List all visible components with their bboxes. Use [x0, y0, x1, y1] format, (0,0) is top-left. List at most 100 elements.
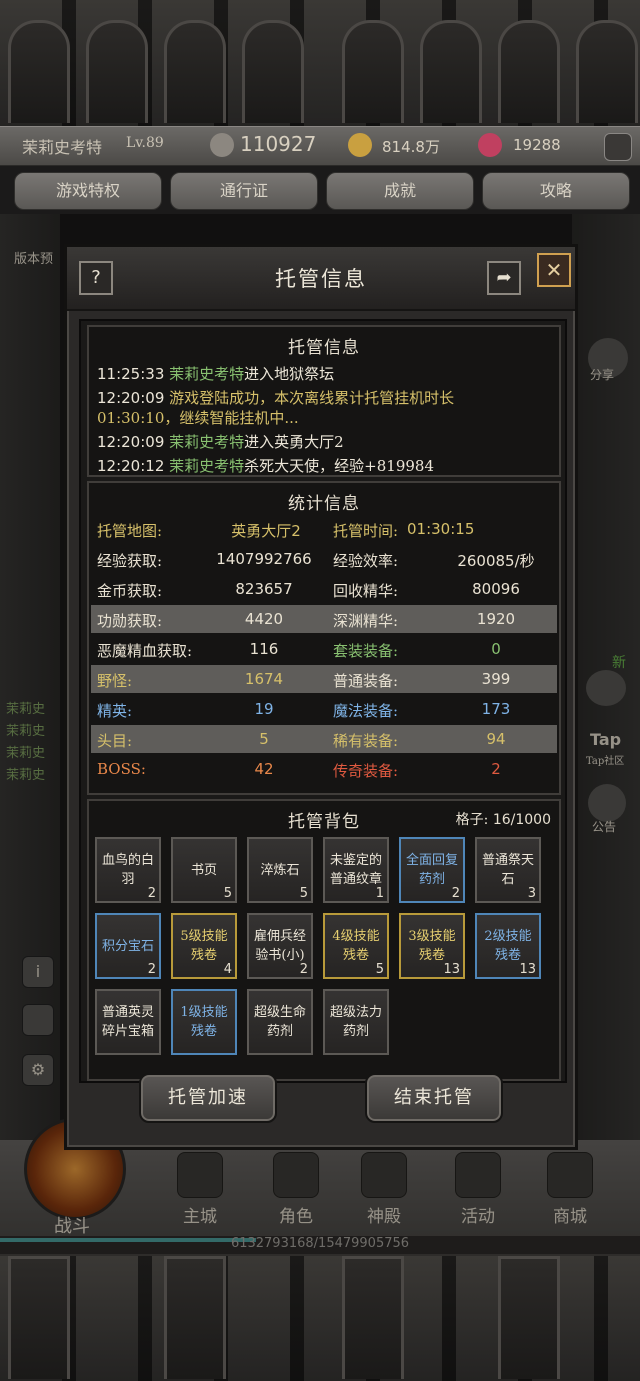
player-level: Lv.89 [126, 135, 164, 151]
tab-label: 通行证 [219, 181, 268, 200]
bag-item-name: 4级技能残卷 [332, 929, 380, 963]
stat-label: 恶魔精血获取: [97, 642, 193, 660]
stats-panel-title: 统计信息 [288, 494, 360, 514]
bag-item[interactable]: 未鉴定的普通纹章 1 [323, 837, 389, 903]
log-text: 进入地狱祭坛 [244, 365, 335, 383]
bag-item[interactable]: 2级技能残卷 13 [475, 913, 541, 979]
stat-value: 80096 [472, 580, 520, 598]
close-button[interactable]: ✕ [537, 253, 571, 287]
log-text: 进入英勇大厅2 [244, 433, 344, 451]
bag-item[interactable]: 血鸟的白羽 2 [95, 837, 161, 903]
bag-item-name: 1级技能残卷 [180, 1005, 228, 1039]
bag-item[interactable]: 4级技能残卷 5 [323, 913, 389, 979]
player-status-bar: 茉莉史考特 Lv.89 110927 814.8万 19288 [0, 126, 640, 166]
arch-decoration [164, 1256, 226, 1379]
tab-label: 游戏特权 [55, 181, 120, 200]
tab-game-privilege[interactable]: 游戏特权 [14, 172, 162, 210]
gold-coins-icon[interactable] [348, 133, 372, 157]
gold-amount: 814.8万 [382, 138, 440, 156]
share-arrow-icon[interactable]: ➦ [487, 261, 521, 295]
bag-item[interactable]: 普通英灵碎片宝箱 [95, 989, 161, 1055]
arch-decoration [576, 20, 638, 123]
bag-item[interactable]: 雇佣兵经验书(小) 2 [247, 913, 313, 979]
stat-label: 深渊精华: [333, 612, 399, 630]
gem-icon[interactable] [478, 133, 502, 157]
bag-item[interactable]: 超级法力药剂 [323, 989, 389, 1055]
bag-item-count: 3 [527, 886, 536, 901]
log-line: 11:25:33 茉莉史考特进入地狱祭坛 [97, 363, 334, 384]
stat-row: 精英: 19 魔法装备: 173 [91, 695, 557, 723]
bag-panel: 托管背包 格子: 16/1000 血鸟的白羽 2 书页 5 淬炼石 5 未鉴定的普通纹章 1 全… [87, 799, 561, 1081]
bag-item[interactable]: 积分宝石 2 [95, 913, 161, 979]
log-panel: 托管信息 11:25:33 茉莉史考特进入地狱祭坛 12:20:09 游戏登陆成… [87, 325, 561, 477]
bag-item-count: 2 [451, 886, 460, 901]
background-bottom-frame [0, 1256, 640, 1381]
stat-label: 套装装备: [333, 642, 399, 660]
stat-row: 野怪: 1674 普通装备: 399 [91, 665, 557, 693]
arch-decoration [420, 20, 482, 123]
chat-bubble-icon[interactable] [604, 133, 632, 161]
bag-item-name: 普通英灵碎片宝箱 [101, 1005, 154, 1039]
bag-item[interactable]: 全面回复药剂 2 [399, 837, 465, 903]
tab-label: 成就 [383, 181, 416, 200]
stat-value: 399 [481, 670, 511, 688]
bag-item-name: 超级法力药剂 [329, 1005, 382, 1039]
bag-item[interactable]: 1级技能残卷 [171, 989, 237, 1055]
bag-item[interactable]: 3级技能残卷 13 [399, 913, 465, 979]
stat-label: 经验获取: [97, 552, 163, 570]
bag-item-count: 4 [223, 962, 232, 977]
bag-item-count: 1 [375, 886, 384, 901]
stat-value: 2 [491, 760, 501, 778]
log-line: 12:20:09 游戏登陆成功，本次离线累计托管挂机时长 [97, 387, 454, 408]
bag-item[interactable]: 5级技能残卷 4 [171, 913, 237, 979]
bag-capacity-label: 格子: [455, 812, 489, 828]
dialog-body: 托管信息 11:25:33 茉莉史考特进入地狱祭坛 12:20:09 游戏登陆成… [79, 319, 567, 1083]
log-time: 12:20:09 [97, 433, 165, 451]
log-player-name: 茉莉史考特 [169, 433, 245, 451]
stat-value: 823657 [235, 580, 293, 598]
stat-row: 功勋获取: 4420 深渊精华: 1920 [91, 605, 557, 633]
arch-decoration [164, 20, 226, 123]
log-text: 杀死大天使，经验+819984 [244, 457, 435, 475]
stat-value: 4420 [244, 610, 284, 628]
bag-item[interactable]: 超级生命药剂 [247, 989, 313, 1055]
combat-power: 110927 [240, 132, 317, 156]
stat-value: 116 [249, 640, 279, 658]
arch-decoration [342, 1256, 404, 1379]
stat-value: 5 [259, 730, 269, 748]
stat-value: 0 [491, 640, 501, 658]
log-text: 01:30:10，继续智能挂机中... [97, 409, 299, 427]
tab-battle-pass[interactable]: 通行证 [170, 172, 318, 210]
stat-label: BOSS: [97, 760, 146, 778]
bag-item[interactable]: 淬炼石 5 [247, 837, 313, 903]
tab-guide[interactable]: 攻略 [482, 172, 630, 210]
stat-label: 传奇装备: [333, 762, 399, 780]
stat-value: 1920 [476, 610, 516, 628]
stat-label: 托管地图: [97, 522, 163, 540]
arch-decoration [498, 1256, 560, 1379]
stat-label: 功勋获取: [97, 612, 163, 630]
bag-item-count: 2 [299, 962, 308, 977]
bag-item[interactable]: 书页 5 [171, 837, 237, 903]
bag-item-count: 5 [223, 886, 232, 901]
feature-tab-row: 游戏特权 通行证 成就 攻略 [0, 172, 640, 214]
log-time: 11:25:33 [97, 365, 165, 383]
hosting-info-dialog: ? 托管信息 ➦ ✕ 托管信息 11:25:33 茉莉史考特进入地狱祭坛 12:… [64, 244, 578, 1150]
stat-value: 173 [481, 700, 511, 718]
tab-achievements[interactable]: 成就 [326, 172, 474, 210]
stat-value: 94 [486, 730, 506, 748]
arch-decoration [342, 20, 404, 123]
log-time: 12:20:12 [97, 457, 165, 475]
log-time: 12:20:09 [97, 389, 165, 407]
bag-item[interactable]: 普通祭天石 3 [475, 837, 541, 903]
stat-value: 260085/秒 [457, 552, 535, 570]
end-hosting-button[interactable]: 结束托管 [365, 1073, 503, 1123]
bag-item-name: 超级生命药剂 [253, 1005, 306, 1039]
bag-item-name: 3级技能残卷 [408, 929, 456, 963]
stat-row: 头目: 5 稀有装备: 94 [91, 725, 557, 753]
bag-capacity-value: 16/1000 [492, 812, 551, 828]
bag-item-count: 2 [147, 962, 156, 977]
bag-item-name: 全面回复药剂 [405, 853, 458, 887]
stat-value: 01:30:15 [407, 520, 475, 538]
speedup-hosting-button[interactable]: 托管加速 [139, 1073, 277, 1123]
